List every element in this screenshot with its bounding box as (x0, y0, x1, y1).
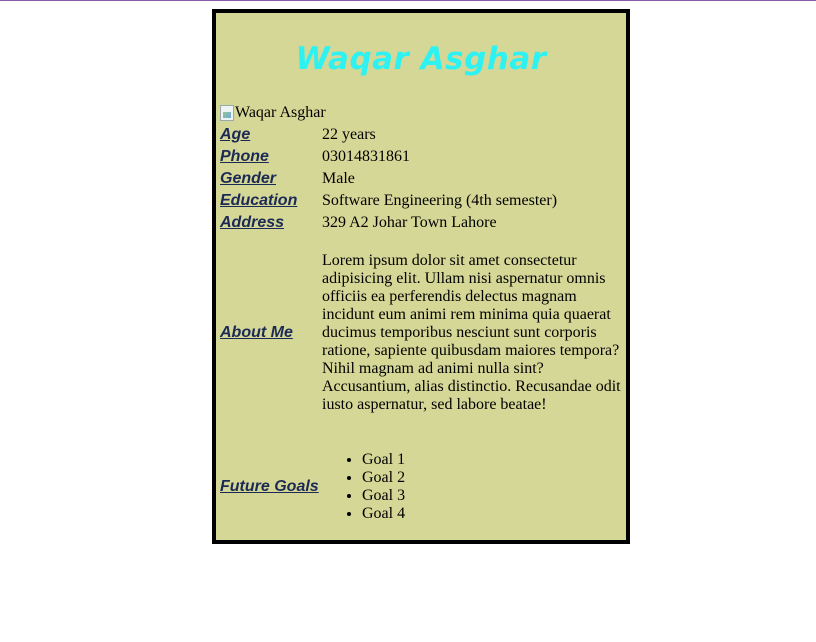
goal-item: Goal 3 (362, 487, 624, 505)
profile-card: Waqar Asghar Waqar Asghar Age 22 years P… (212, 9, 630, 544)
about-row: About Me Lorem ipsum dolor sit amet cons… (220, 252, 624, 414)
age-value: 22 years (322, 126, 376, 143)
address-row: Address 329 A2 Johar Town Lahore (220, 214, 624, 232)
gender-row: Gender Male (220, 170, 624, 188)
top-border-line (0, 0, 816, 1)
goals-list-wrapper: Goal 1 Goal 2 Goal 3 Goal 4 (322, 451, 624, 523)
address-value: 329 A2 Johar Town Lahore (322, 214, 497, 231)
about-value: Lorem ipsum dolor sit amet consectetur a… (322, 252, 621, 413)
phone-row: Phone 03014831861 (220, 148, 624, 166)
phone-value: 03014831861 (322, 148, 410, 165)
education-value: Software Engineering (4th semester) (322, 192, 558, 209)
education-label: Education (220, 192, 298, 209)
about-label: About Me (220, 324, 293, 341)
goals-row: Future Goals Goal 1 Goal 2 Goal 3 Goal 4 (220, 451, 624, 523)
gender-label: Gender (220, 170, 277, 187)
gender-value: Male (322, 170, 355, 187)
profile-photo: Waqar Asghar (220, 104, 326, 122)
phone-label: Phone (220, 148, 269, 165)
goals-label: Future Goals (220, 478, 319, 495)
goal-item: Goal 4 (362, 505, 624, 523)
goal-item: Goal 1 (362, 451, 624, 469)
education-row: Education Software Engineering (4th seme… (220, 192, 624, 210)
age-label: Age (220, 126, 251, 143)
profile-name-heading: Waqar Asghar (295, 41, 547, 77)
goals-list: Goal 1 Goal 2 Goal 3 Goal 4 (322, 451, 624, 523)
profile-photo-alt-text: Waqar Asghar (235, 104, 326, 121)
broken-image-icon (220, 105, 234, 121)
goal-item: Goal 2 (362, 469, 624, 487)
address-label: Address (220, 214, 285, 231)
age-row: Age 22 years (220, 126, 624, 144)
